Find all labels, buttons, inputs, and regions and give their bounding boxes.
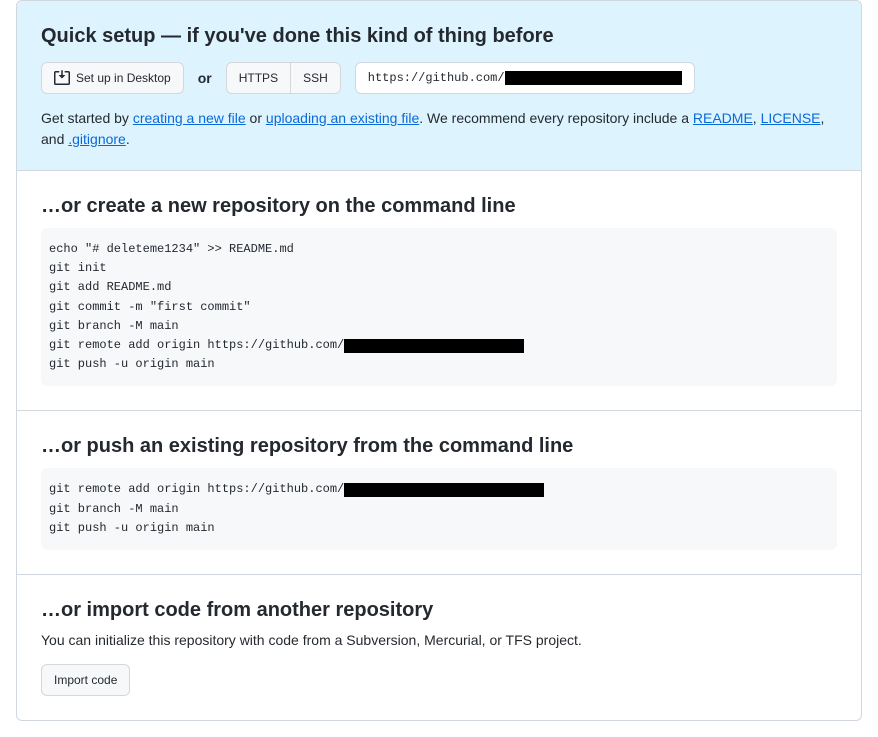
clone-url-input[interactable]: https://github.com/ [355,62,695,94]
code-line: git push -u origin main [49,519,829,538]
setup-desktop-button[interactable]: Set up in Desktop [41,62,184,94]
code-line: echo "# deleteme1234" >> README.md [49,240,829,259]
create-repo-title: …or create a new repository on the comma… [41,195,837,218]
clone-url-prefix: https://github.com/ [368,68,505,88]
code-line: git add README.md [49,278,829,297]
quick-setup-title: Quick setup — if you've done this kind o… [41,25,837,48]
desktop-download-icon [54,70,70,86]
upload-file-link[interactable]: uploading an existing file [266,110,419,126]
create-repo-code[interactable]: echo "# deleteme1234" >> README.md git i… [41,228,837,386]
redacted-remote-url [344,339,524,353]
setup-help-text: Get started by creating a new file or up… [41,108,837,150]
import-title: …or import code from another repository [41,599,837,622]
license-link[interactable]: LICENSE [761,110,821,126]
import-code-button[interactable]: Import code [41,664,130,696]
code-line: git push -u origin main [49,355,829,374]
or-text: or [198,70,212,86]
code-line: git remote add origin https://github.com… [49,336,829,355]
quick-setup-panel: Quick setup — if you've done this kind o… [17,1,861,170]
ssh-button[interactable]: SSH [291,62,341,94]
code-line: git init [49,259,829,278]
code-line: git branch -M main [49,317,829,336]
setup-controls-row: Set up in Desktop or HTTPS SSH https://g… [41,62,837,94]
protocol-button-group: HTTPS SSH [226,62,341,94]
redacted-remote-url [344,483,544,497]
readme-link[interactable]: README [693,110,753,126]
repo-setup-container: Quick setup — if you've done this kind o… [16,0,862,721]
push-repo-code[interactable]: git remote add origin https://github.com… [41,468,837,550]
code-line: git commit -m "first commit" [49,298,829,317]
redacted-url [505,71,682,85]
import-section: …or import code from another repository … [17,574,861,720]
code-line: git remote add origin https://github.com… [49,480,829,499]
create-file-link[interactable]: creating a new file [133,110,246,126]
code-line: git branch -M main [49,500,829,519]
gitignore-link[interactable]: .gitignore [68,131,126,147]
setup-desktop-label: Set up in Desktop [76,68,171,88]
import-desc: You can initialize this repository with … [41,632,837,648]
https-button[interactable]: HTTPS [226,62,291,94]
push-repo-title: …or push an existing repository from the… [41,435,837,458]
create-repo-section: …or create a new repository on the comma… [17,170,861,410]
push-repo-section: …or push an existing repository from the… [17,410,861,574]
